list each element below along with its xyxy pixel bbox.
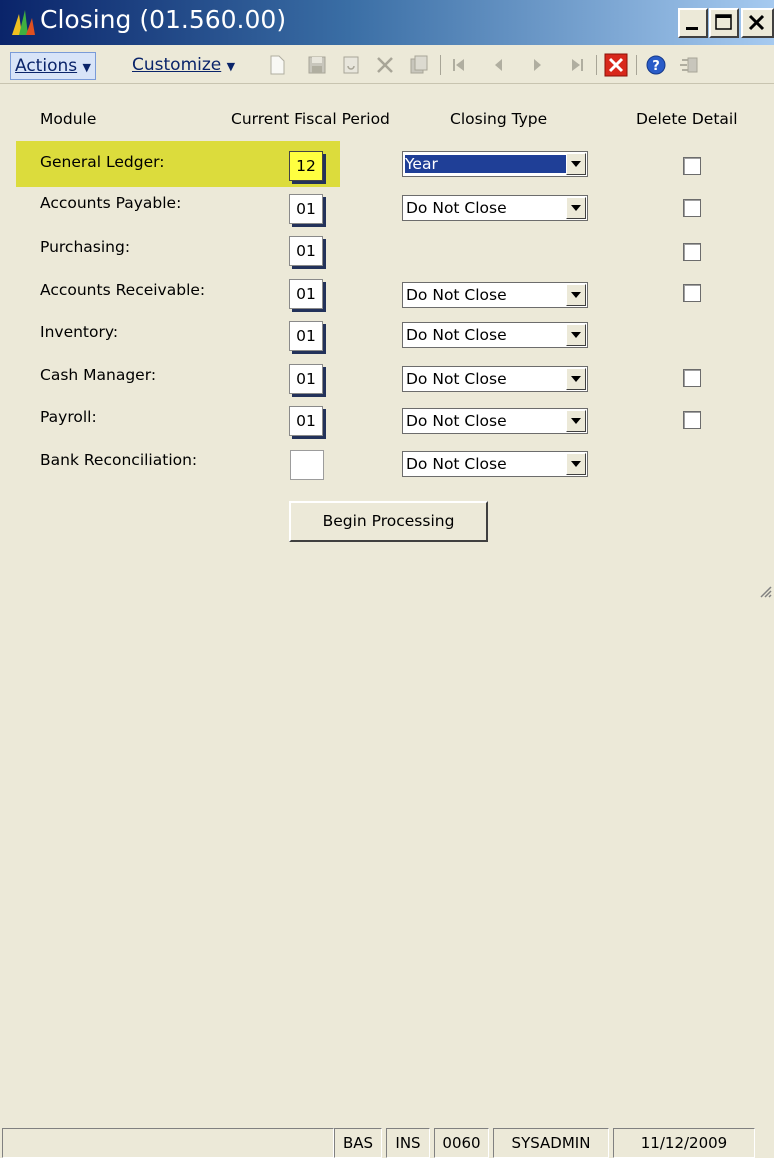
status-message xyxy=(2,1128,334,1158)
save-icon[interactable] xyxy=(306,54,328,76)
status-insert: INS xyxy=(386,1128,430,1158)
closing-type-select[interactable]: Do Not Close xyxy=(402,195,588,221)
module-label: Inventory: xyxy=(40,323,119,341)
period-field[interactable]: 01 xyxy=(289,321,323,351)
column-header-period: Current Fiscal Period xyxy=(231,110,390,128)
chevron-down-icon: ▼ xyxy=(226,60,236,73)
help-icon[interactable]: ? xyxy=(645,54,667,76)
toolbar-separator xyxy=(596,55,597,75)
previous-record-icon[interactable] xyxy=(488,54,510,76)
closing-type-value: Do Not Close xyxy=(406,412,507,430)
customize-menu-label: Customize xyxy=(132,55,222,75)
status-company: 0060 xyxy=(434,1128,489,1158)
closing-type-value: Do Not Close xyxy=(406,455,507,473)
module-label: Accounts Receivable: xyxy=(40,281,206,299)
status-mode: BAS xyxy=(334,1128,382,1158)
dropdown-arrow-icon[interactable] xyxy=(566,153,586,175)
app-logo-icon xyxy=(12,10,35,35)
closing-type-select[interactable]: Do Not Close xyxy=(402,282,588,308)
period-field[interactable]: 01 xyxy=(289,279,323,309)
module-label: Purchasing: xyxy=(40,238,131,256)
begin-processing-button[interactable]: Begin Processing xyxy=(289,501,488,542)
delete-detail-checkbox[interactable] xyxy=(683,369,701,387)
dropdown-arrow-icon[interactable] xyxy=(566,410,586,432)
column-header-closing-type: Closing Type xyxy=(450,110,548,128)
closing-type-value: Do Not Close xyxy=(406,326,507,344)
module-label: General Ledger: xyxy=(40,153,165,171)
delete-detail-checkbox[interactable] xyxy=(683,284,701,302)
delete-detail-checkbox[interactable] xyxy=(683,243,701,261)
minimize-button[interactable] xyxy=(678,8,708,38)
toolbar-separator xyxy=(636,55,637,75)
delete-detail-checkbox[interactable] xyxy=(683,411,701,429)
module-label: Accounts Payable: xyxy=(40,194,182,212)
closing-type-value: Year xyxy=(405,155,578,173)
period-field[interactable]: 01 xyxy=(289,364,323,394)
dropdown-arrow-icon[interactable] xyxy=(566,197,586,219)
dropdown-arrow-icon[interactable] xyxy=(566,324,586,346)
maximize-icon xyxy=(715,14,732,30)
title-bar[interactable]: Closing (01.560.00) xyxy=(0,0,774,45)
closing-type-select[interactable]: Do Not Close xyxy=(402,366,588,392)
toolbar: Actions ▼ Customize ▼ ? xyxy=(0,47,774,84)
next-record-icon[interactable] xyxy=(526,54,548,76)
dropdown-arrow-icon[interactable] xyxy=(566,284,586,306)
refresh-icon[interactable] xyxy=(340,54,362,76)
toolbar-separator xyxy=(440,55,441,75)
first-record-icon[interactable] xyxy=(448,54,470,76)
period-field[interactable]: 01 xyxy=(289,236,323,266)
period-field[interactable]: 12 xyxy=(289,151,323,181)
status-user: SYSADMIN xyxy=(493,1128,609,1158)
svg-text:?: ? xyxy=(652,59,660,74)
close-screen-icon[interactable] xyxy=(604,53,628,77)
period-field[interactable]: 01 xyxy=(289,406,323,436)
delete-detail-checkbox[interactable] xyxy=(683,157,701,175)
dropdown-arrow-icon[interactable] xyxy=(566,453,586,475)
module-label: Payroll: xyxy=(40,408,97,426)
delete-icon[interactable] xyxy=(374,54,396,76)
copy-icon[interactable] xyxy=(408,54,430,76)
closing-type-select[interactable]: Do Not Close xyxy=(402,451,588,477)
dropdown-arrow-icon[interactable] xyxy=(566,368,586,390)
new-document-icon[interactable] xyxy=(266,54,288,76)
window-title: Closing (01.560.00) xyxy=(40,5,287,34)
status-date: 11/12/2009 xyxy=(613,1128,755,1158)
close-icon xyxy=(748,14,765,31)
module-label: Bank Reconciliation: xyxy=(40,451,198,469)
close-window-button[interactable] xyxy=(741,8,774,38)
closing-type-select[interactable]: Do Not Close xyxy=(402,322,588,348)
closing-type-select[interactable]: Year xyxy=(402,151,588,177)
actions-menu-label: Actions xyxy=(15,56,78,76)
column-header-module: Module xyxy=(40,110,97,128)
minimize-icon xyxy=(686,27,698,30)
resize-grip-icon[interactable] xyxy=(758,584,772,598)
customize-menu[interactable]: Customize ▼ xyxy=(128,52,239,78)
closing-type-value: Do Not Close xyxy=(406,286,507,304)
status-bar: BAS INS 0060 SYSADMIN 11/12/2009 xyxy=(0,562,774,1158)
closing-type-select[interactable]: Do Not Close xyxy=(402,408,588,434)
network-icon[interactable] xyxy=(678,54,700,76)
last-record-icon[interactable] xyxy=(566,54,588,76)
actions-menu[interactable]: Actions ▼ xyxy=(10,52,96,80)
period-field[interactable]: 01 xyxy=(289,194,323,224)
module-label: Cash Manager: xyxy=(40,366,157,384)
column-header-delete-detail: Delete Detail xyxy=(636,110,738,128)
closing-type-value: Do Not Close xyxy=(406,199,507,217)
chevron-down-icon: ▼ xyxy=(82,61,91,74)
maximize-button[interactable] xyxy=(709,8,739,38)
period-field[interactable] xyxy=(290,450,324,480)
closing-window: Closing (01.560.00) Actions ▼ Customize … xyxy=(0,0,774,1158)
closing-type-value: Do Not Close xyxy=(406,370,507,388)
delete-detail-checkbox[interactable] xyxy=(683,199,701,217)
